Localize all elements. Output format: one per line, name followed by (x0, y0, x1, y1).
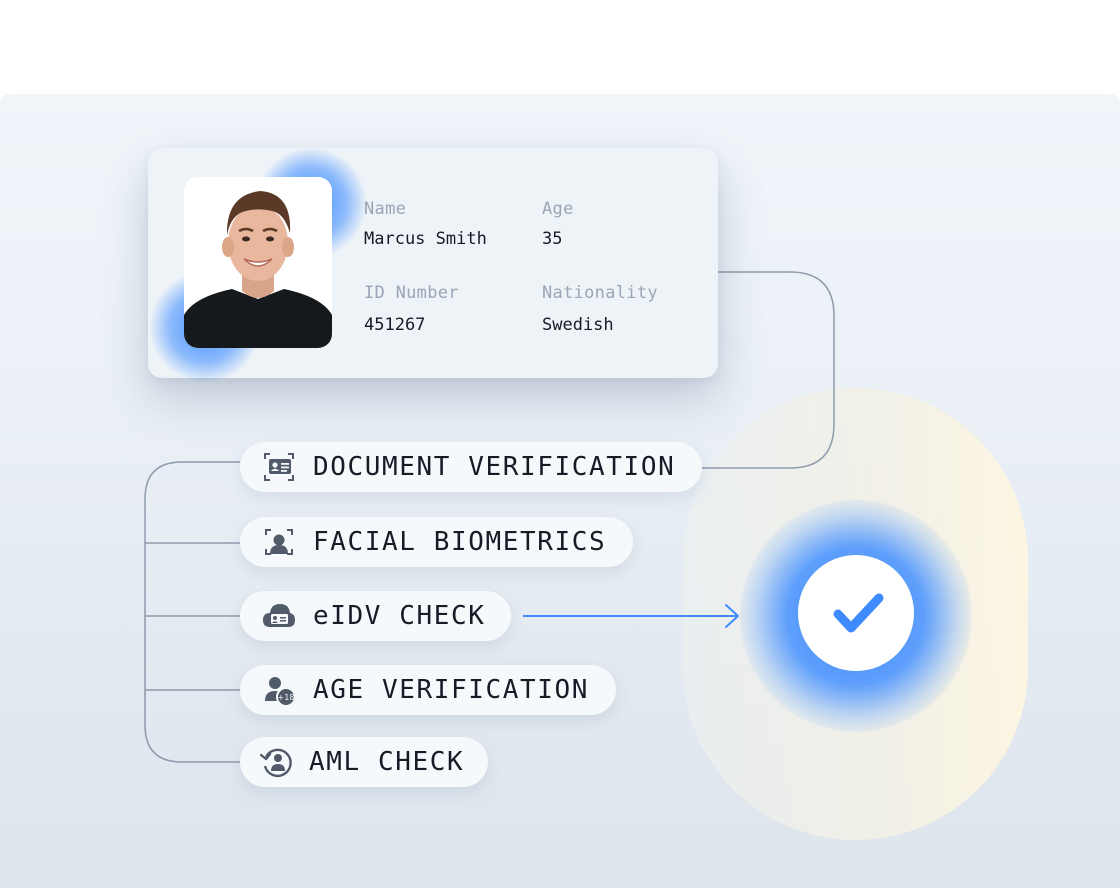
person-refresh-icon (260, 745, 294, 779)
check-aml[interactable]: AML CHECK (240, 737, 488, 787)
id-number-label: ID Number (364, 283, 459, 303)
id-card-scan-icon (262, 450, 296, 484)
age-badge-text: +18 (278, 693, 295, 702)
check-label: AML CHECK (309, 747, 465, 777)
person-18-plus-icon: +18 (262, 673, 296, 707)
check-eidv[interactable]: eIDV CHECK (240, 591, 511, 641)
id-number-value: 451267 (364, 315, 426, 335)
cloud-id-icon (262, 599, 296, 633)
card-connector (702, 271, 835, 469)
check-age-verification[interactable]: +18 AGE VERIFICATION (240, 665, 616, 715)
check-facial-biometrics[interactable]: FACIAL BIOMETRICS (240, 517, 633, 567)
check-label: eIDV CHECK (313, 601, 486, 631)
age-label: Age (542, 199, 574, 219)
face-scan-icon (262, 525, 296, 559)
age-value: 35 (542, 229, 563, 249)
left-bracket (144, 461, 240, 763)
nationality-value: Swedish (542, 315, 614, 335)
profile-photo (184, 177, 332, 348)
nationality-label: Nationality (542, 283, 658, 303)
name-value: Marcus Smith (364, 229, 487, 249)
check-label: AGE VERIFICATION (313, 675, 590, 705)
name-label: Name (364, 199, 407, 219)
check-label: FACIAL BIOMETRICS (313, 527, 607, 557)
check-document-verification[interactable]: DOCUMENT VERIFICATION (240, 442, 702, 492)
check-label: DOCUMENT VERIFICATION (313, 452, 676, 482)
portrait-photo (184, 177, 332, 348)
